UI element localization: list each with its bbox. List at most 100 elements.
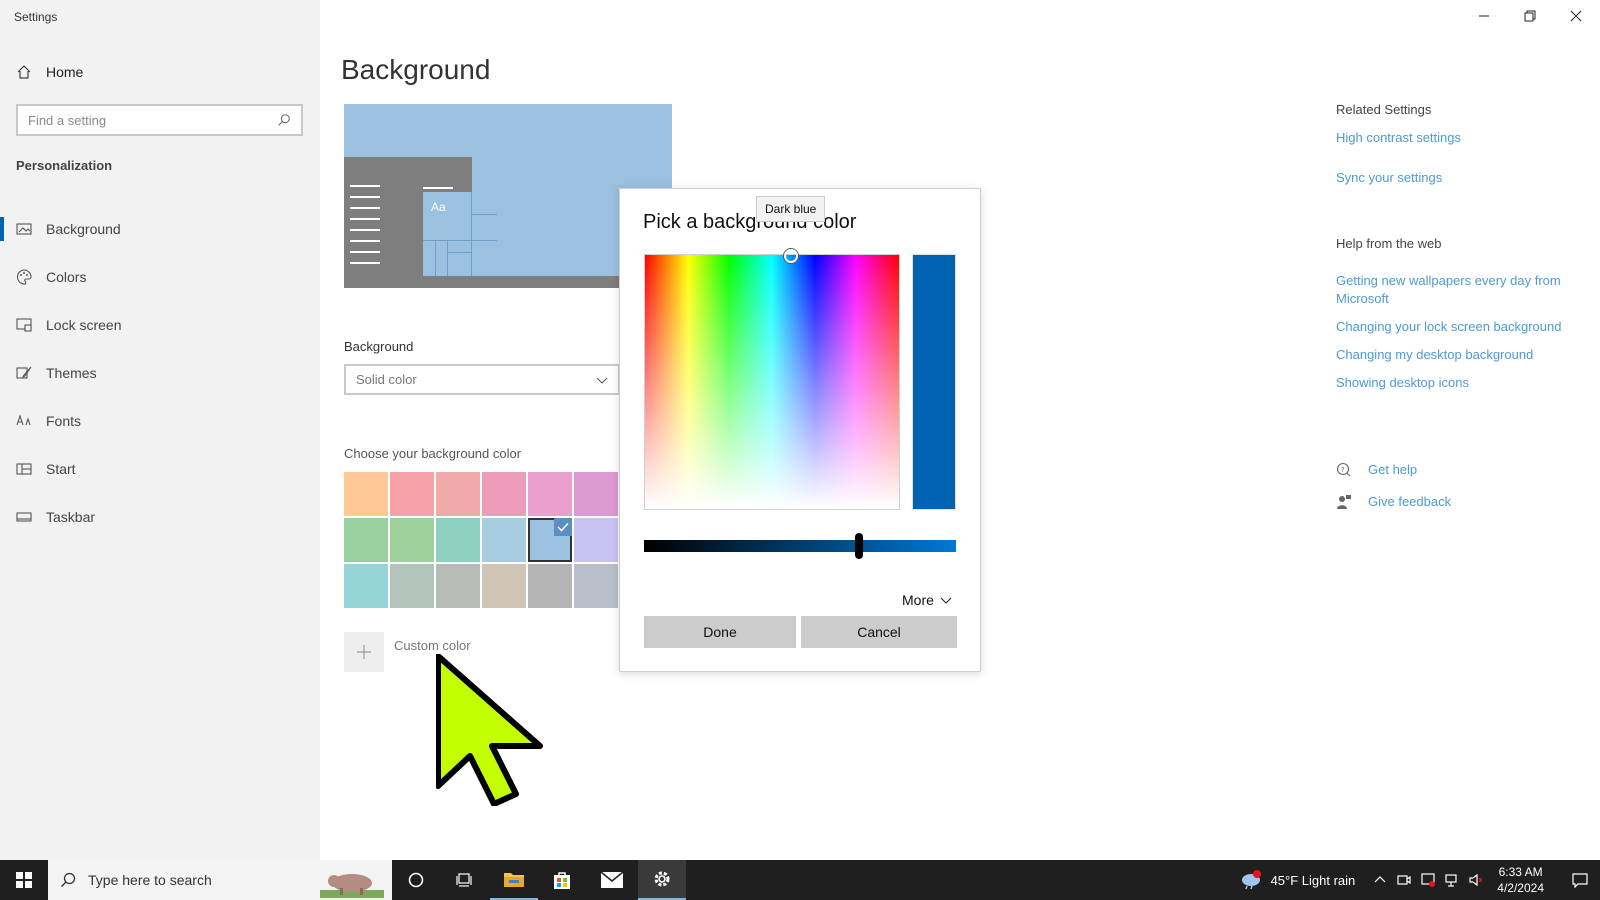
color-swatch[interactable] [528,472,572,516]
color-swatch[interactable] [528,518,572,562]
sidebar-item-background[interactable]: Background [0,205,320,253]
home-icon [17,65,31,79]
sidebar-item-label: Taskbar [46,509,96,525]
font-icon [16,414,31,426]
clock[interactable]: 6:33 AM 4/2/2024 [1497,864,1544,896]
sidebar-item-label: Themes [46,365,97,381]
color-name-tooltip: Dark blue [756,196,826,222]
file-explorer-button[interactable] [490,860,538,900]
start-button[interactable] [0,860,48,900]
web-link-lock-screen[interactable]: Changing your lock screen background [1336,318,1566,336]
windows-logo-icon [16,872,32,888]
dropdown-value: Solid color [356,372,417,387]
rain-cloud-icon [1241,870,1261,890]
preview-window: Aa [344,157,497,288]
action-center-button[interactable] [1560,860,1600,900]
task-view-button[interactable] [440,860,488,900]
color-swatch[interactable] [574,472,618,516]
color-swatch[interactable] [436,564,480,608]
minimize-button[interactable] [1464,4,1504,28]
high-contrast-link[interactable]: High contrast settings [1336,129,1586,147]
search-highlight-pig-icon [320,874,384,898]
brightness-slider[interactable] [644,533,956,559]
sidebar-item-colors[interactable]: Colors [0,253,320,301]
security-alert-icon[interactable] [1421,873,1436,887]
brush-icon [16,366,32,379]
app-title: Settings [14,10,58,24]
chevron-down-icon [596,377,608,384]
chevron-up-icon[interactable] [1373,873,1387,887]
sidebar-item-fonts[interactable]: Fonts [0,397,320,445]
give-feedback-label: Give feedback [1368,494,1452,509]
color-swatch[interactable] [390,472,434,516]
restore-icon [1524,10,1536,22]
web-link-desktop-background[interactable]: Changing my desktop background [1336,346,1566,364]
weather-widget[interactable]: 45°F Light rain [1239,870,1356,890]
color-swatch[interactable] [390,564,434,608]
color-swatch[interactable] [436,518,480,562]
web-link-desktop-icons[interactable]: Showing desktop icons [1336,374,1566,392]
more-label: More [902,592,934,608]
sidebar: Settings Home Personalization Background… [0,0,320,860]
network-icon[interactable] [1445,873,1459,887]
background-label: Background [344,339,414,354]
preview-menu-lines [350,185,380,273]
color-swatch[interactable] [482,472,526,516]
store-bag-icon [554,872,570,889]
settings-taskbar-button[interactable] [638,860,686,900]
color-swatch[interactable] [574,564,618,608]
restore-button[interactable] [1510,4,1550,28]
taskbar-search-placeholder: Type here to search [88,872,212,888]
color-swatch[interactable] [482,564,526,608]
color-swatch[interactable] [482,518,526,562]
brightness-slider-thumb[interactable] [855,533,863,559]
sync-settings-link[interactable]: Sync your settings [1336,169,1586,187]
sidebar-item-label: Fonts [46,413,82,429]
settings-search-input[interactable] [28,112,277,128]
page-title: Background [341,54,491,85]
sidebar-item-lock-screen[interactable]: Lock screen [0,301,320,349]
system-tray: 45°F Light rain 6:33 AM 4/2/2024 [1239,860,1600,900]
web-help-links: Getting new wallpapers every day from Mi… [1336,272,1566,402]
color-swatch[interactable] [344,518,388,562]
give-feedback-link[interactable]: Give feedback [1336,486,1451,518]
start-icon [16,463,32,475]
search-icon[interactable] [277,113,291,127]
sidebar-item-start[interactable]: Start [0,445,320,493]
folder-icon [504,873,524,887]
search-icon [61,872,76,887]
volume-muted-icon[interactable] [1469,873,1483,887]
help-list: ? Get help Give feedback [1336,454,1451,518]
cortana-button[interactable] [392,860,440,900]
weather-text: 45°F Light rain [1270,872,1356,888]
web-link-wallpapers[interactable]: Getting new wallpapers every day from Mi… [1336,272,1566,308]
more-toggle[interactable]: More [902,592,952,608]
color-swatch[interactable] [344,564,388,608]
color-swatch[interactable] [344,472,388,516]
settings-search-box[interactable] [16,104,303,136]
cancel-button[interactable]: Cancel [801,616,957,648]
preview-aa-text: Aa [431,200,446,214]
related-heading: Related Settings [1336,102,1432,117]
web-help-heading: Help from the web [1336,236,1442,251]
meet-now-icon[interactable] [1397,873,1411,887]
home-link[interactable]: Home [16,64,83,80]
chevron-down-icon [940,597,952,604]
sidebar-item-themes[interactable]: Themes [0,349,320,397]
color-swatch[interactable] [390,518,434,562]
background-type-dropdown[interactable]: Solid color [344,364,620,395]
mail-button[interactable] [588,860,636,900]
lock-screen-icon [16,318,32,332]
spectrum-cursor-handle[interactable] [784,249,798,263]
color-swatch[interactable] [528,564,572,608]
sidebar-item-taskbar[interactable]: Taskbar [0,493,320,541]
get-help-link[interactable]: ? Get help [1336,454,1451,486]
done-button[interactable]: Done [644,616,796,648]
close-button[interactable] [1556,4,1596,28]
color-swatch[interactable] [436,472,480,516]
store-button[interactable] [538,860,586,900]
color-spectrum[interactable] [644,249,900,510]
taskbar: Type here to search 45°F Light rain 6:33… [0,860,1600,900]
taskbar-search-box[interactable]: Type here to search [48,860,392,900]
color-swatch[interactable] [574,518,618,562]
